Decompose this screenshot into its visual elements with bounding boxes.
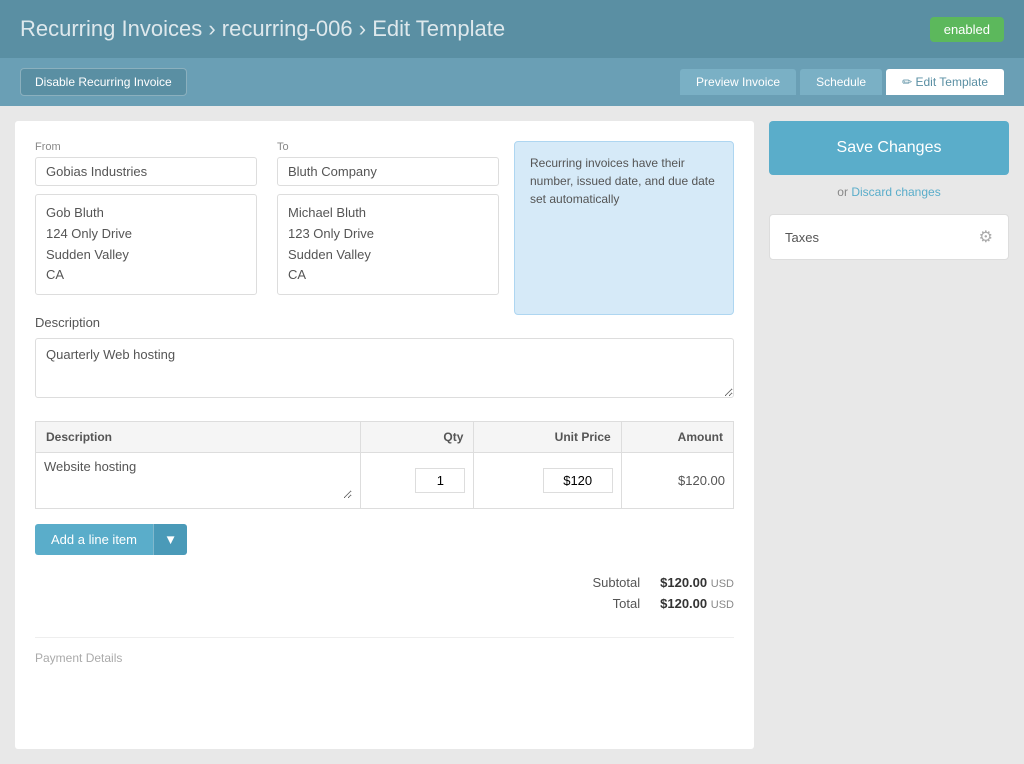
header-title: Recurring Invoices › recurring-006 › Edi… <box>20 16 505 42</box>
row-description-cell[interactable]: Website hosting <box>36 453 361 509</box>
breadcrumb-recurring: Recurring Invoices <box>20 16 202 41</box>
discard-section: or Discard changes <box>769 185 1009 199</box>
taxes-box: Taxes ⚙ <box>769 214 1009 260</box>
to-label: To <box>277 141 499 153</box>
from-company-input[interactable] <box>35 157 257 186</box>
to-col: To Michael Bluth 123 Only DriveSudden Va… <box>277 141 499 295</box>
form-area: From Gob Bluth 124 Only DriveSudden Vall… <box>15 121 754 749</box>
totals-section: Subtotal $120.00 USD Total $120.00 USD <box>580 575 734 617</box>
to-address: 123 Only DriveSudden ValleyCA <box>288 224 488 286</box>
payment-details-label: Payment Details <box>35 651 122 665</box>
row-unit-price-cell <box>474 453 621 509</box>
tab-edit-template[interactable]: ✏ Edit Template <box>886 69 1004 95</box>
toolbar: Disable Recurring Invoice Preview Invoic… <box>0 58 1024 106</box>
col-amount: Amount <box>621 422 733 453</box>
row-qty-input[interactable] <box>415 468 465 493</box>
breadcrumb-id: recurring-006 <box>222 16 353 41</box>
info-bubble: Recurring invoices have their number, is… <box>514 141 734 315</box>
row-unit-price-input[interactable] <box>543 468 613 493</box>
subtotal-amount: $120.00 USD <box>660 575 734 590</box>
description-label: Description <box>35 315 734 330</box>
description-textarea[interactable]: Quarterly Web hosting <box>35 338 734 398</box>
row-qty-cell <box>361 453 474 509</box>
tab-preview-invoice[interactable]: Preview Invoice <box>680 69 796 95</box>
total-label: Total <box>580 596 640 611</box>
main-layout: From Gob Bluth 124 Only DriveSudden Vall… <box>0 106 1024 764</box>
subtotal-row: Subtotal $120.00 USD <box>580 575 734 590</box>
row-description-input[interactable]: Website hosting <box>44 459 352 499</box>
row-amount-cell: $120.00 <box>621 453 733 509</box>
breadcrumb-template: Edit Template <box>372 16 505 41</box>
add-line-section: Add a line item ▼ <box>35 524 734 555</box>
discard-changes-link[interactable]: Discard changes <box>851 185 940 199</box>
from-label: From <box>35 141 257 153</box>
description-section: Description Quarterly Web hosting <box>35 315 734 401</box>
form-left: From Gob Bluth 124 Only DriveSudden Vall… <box>35 141 499 315</box>
from-col: From Gob Bluth 124 Only DriveSudden Vall… <box>35 141 257 295</box>
col-qty: Qty <box>361 422 474 453</box>
sidebar: Save Changes or Discard changes Taxes ⚙ <box>769 121 1009 749</box>
gear-icon[interactable]: ⚙ <box>979 227 993 247</box>
status-badge: enabled <box>930 17 1004 42</box>
from-to-section: From Gob Bluth 124 Only DriveSudden Vall… <box>35 141 734 315</box>
from-address-box: Gob Bluth 124 Only DriveSudden ValleyCA <box>35 194 257 295</box>
add-line-item-button[interactable]: Add a line item <box>35 524 153 555</box>
tab-group: Preview Invoice Schedule ✏ Edit Template <box>680 69 1004 95</box>
from-address: 124 Only DriveSudden ValleyCA <box>46 224 246 286</box>
tab-schedule[interactable]: Schedule <box>800 69 882 95</box>
col-unit-price: Unit Price <box>474 422 621 453</box>
total-amount: $120.00 USD <box>660 596 734 611</box>
add-line-dropdown-button[interactable]: ▼ <box>153 524 187 555</box>
header: Recurring Invoices › recurring-006 › Edi… <box>0 0 1024 58</box>
total-row: Total $120.00 USD <box>580 596 734 611</box>
from-to-row: From Gob Bluth 124 Only DriveSudden Vall… <box>35 141 499 295</box>
separator1: › <box>208 16 221 41</box>
save-changes-button[interactable]: Save Changes <box>769 121 1009 175</box>
to-contact: Michael Bluth <box>288 203 488 224</box>
from-contact: Gob Bluth <box>46 203 246 224</box>
or-text: or <box>837 185 848 199</box>
subtotal-label: Subtotal <box>580 575 640 590</box>
to-address-box: Michael Bluth 123 Only DriveSudden Valle… <box>277 194 499 295</box>
col-description: Description <box>36 422 361 453</box>
disable-recurring-button[interactable]: Disable Recurring Invoice <box>20 68 187 96</box>
edit-icon: ✏ <box>902 75 915 89</box>
to-company-input[interactable] <box>277 157 499 186</box>
taxes-label: Taxes <box>785 230 819 245</box>
table-row: Website hosting $120.00 <box>36 453 734 509</box>
line-items-table: Description Qty Unit Price Amount Websit… <box>35 421 734 509</box>
separator2: › <box>359 16 372 41</box>
payment-details: Payment Details <box>35 637 734 665</box>
